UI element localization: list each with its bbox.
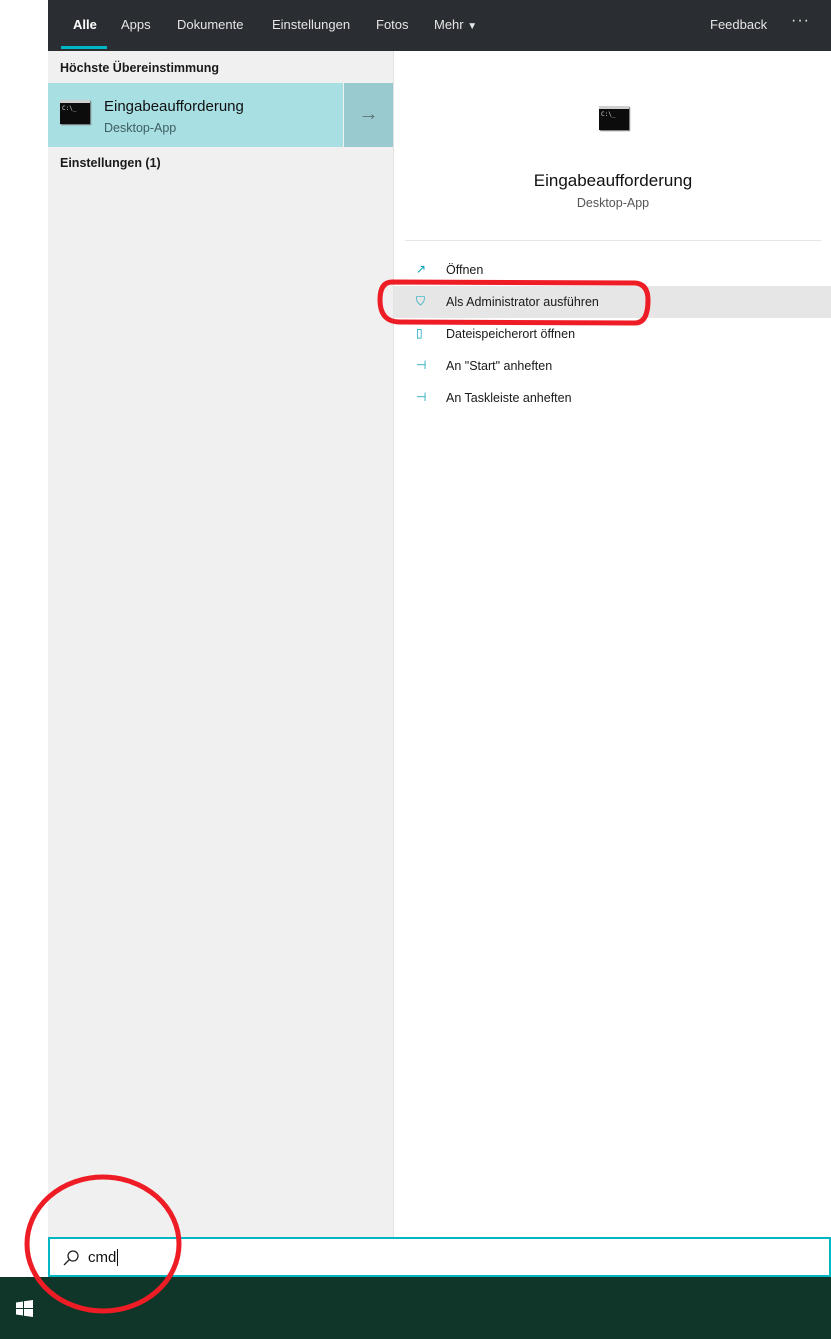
tab-documents[interactable]: Dokumente [177,17,243,32]
action-run-as-admin[interactable]: ⛉ Als Administrator ausführen [394,286,831,318]
preview-panel: C:\_ Eingabeaufforderung Desktop-App ↗ Öf… [393,51,831,1237]
pin-icon: ⊣ [416,358,427,372]
tab-more[interactable]: Mehr ▼ [434,17,477,32]
preview-title: Eingabeaufforderung [533,171,693,190]
command-prompt-icon: C:\_ [60,100,90,124]
admin-shield-icon: ⛉ [416,294,426,308]
tab-more-label: Mehr [434,17,464,32]
taskbar [0,1277,831,1339]
windows-start-icon[interactable] [16,1300,33,1317]
search-filter-bar: Alle Apps Dokumente Einstellungen Fotos … [48,0,831,51]
divider [405,240,821,241]
best-match-header: Höchste Übereinstimmung [60,61,220,75]
action-label: Dateispeicherort öffnen [446,327,576,341]
action-label: An Taskleiste anheften [446,391,572,405]
caret-down-icon: ▼ [467,21,478,32]
tab-photos[interactable]: Fotos [376,17,409,32]
best-match-title: Eingabeaufforderung [104,98,244,115]
action-pin-taskbar[interactable]: ⊣ An Taskleiste anheften [394,382,831,414]
command-prompt-icon: C:\_ [599,106,629,130]
tab-all[interactable]: Alle [73,17,97,32]
action-pin-start[interactable]: ⊣ An "Start" anheften [394,350,831,382]
tab-apps[interactable]: Apps [121,17,151,32]
expand-arrow-button[interactable]: → [344,83,393,147]
action-label: An "Start" anheften [446,359,553,373]
open-icon: ↗ [416,262,427,276]
search-icon [63,1250,79,1266]
action-label: Als Administrator ausführen [446,295,599,309]
action-label: Öffnen [446,263,484,277]
best-match-item[interactable]: C:\_ Eingabeaufforderung Desktop-App [48,83,343,147]
file-location-icon: ▯ [416,326,423,340]
best-match-subtitle: Desktop-App [104,121,177,135]
search-input[interactable]: cmd [88,1249,119,1266]
action-open[interactable]: ↗ Öffnen [394,254,831,286]
ellipsis-icon[interactable]: ··· [791,12,810,30]
results-panel: Höchste Übereinstimmung C:\_ Eingabeauff… [48,51,393,1237]
active-tab-indicator [61,46,107,49]
preview-subtitle: Desktop-App [576,196,650,210]
action-open-file-location[interactable]: ▯ Dateispeicherort öffnen [394,318,831,350]
feedback-button[interactable]: Feedback [710,17,767,32]
settings-header[interactable]: Einstellungen (1) [60,156,161,170]
tab-settings[interactable]: Einstellungen [272,17,350,32]
search-box[interactable]: cmd [48,1237,831,1277]
pin-icon: ⊣ [416,390,427,404]
